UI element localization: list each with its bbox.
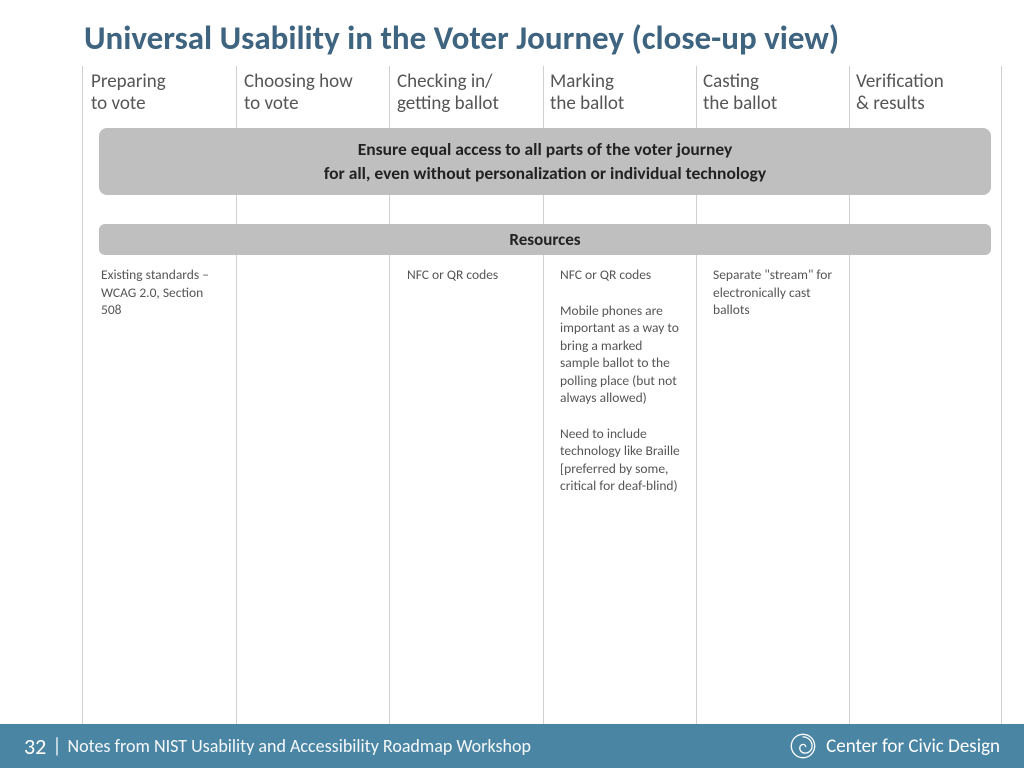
brand: Center for Civic Design bbox=[790, 733, 1000, 759]
spiral-logo-icon bbox=[790, 733, 816, 759]
cell-4: Separate "stream" for electronically cas… bbox=[695, 266, 848, 724]
resources-body: Existing standards – WCAG 2.0, Section 5… bbox=[83, 266, 1001, 724]
col-header-2: Checking in/getting ballot bbox=[389, 66, 542, 124]
col-header-4: Castingthe ballot bbox=[695, 66, 848, 124]
cell-0-p0: Existing standards – WCAG 2.0, Section 5… bbox=[101, 266, 224, 319]
col-header-0: Preparingto vote bbox=[83, 66, 236, 124]
journey-grid: Preparingto vote Choosing howto vote Che… bbox=[82, 66, 1002, 724]
resources-banner: Resources bbox=[99, 224, 991, 255]
cell-3-p0: NFC or QR codes bbox=[560, 266, 683, 284]
cell-2-p0: NFC or QR codes bbox=[407, 266, 530, 284]
cell-2: NFC or QR codes bbox=[389, 266, 542, 724]
brand-name: Center for Civic Design bbox=[826, 735, 1000, 758]
equal-access-banner: Ensure equal access to all parts of the … bbox=[99, 128, 991, 195]
column-headers: Preparingto vote Choosing howto vote Che… bbox=[83, 66, 1001, 124]
cell-1 bbox=[236, 266, 389, 724]
cell-3-p1: Mobile phones are important as a way to … bbox=[560, 302, 683, 407]
cell-5 bbox=[848, 266, 1001, 724]
cell-4-p0: Separate "stream" for electronically cas… bbox=[713, 266, 836, 319]
footer-separator: | bbox=[52, 734, 61, 758]
footer-bar: 32 | Notes from NIST Usability and Acces… bbox=[0, 724, 1024, 768]
footer-text: Notes from NIST Usability and Accessibil… bbox=[68, 735, 531, 757]
cell-0: Existing standards – WCAG 2.0, Section 5… bbox=[83, 266, 236, 724]
col-header-1: Choosing howto vote bbox=[236, 66, 389, 124]
banner-line-2: for all, even without personalization or… bbox=[119, 162, 971, 186]
slide-title: Universal Usability in the Voter Journey… bbox=[84, 18, 1004, 58]
banner-line-1: Ensure equal access to all parts of the … bbox=[119, 138, 971, 162]
cell-3: NFC or QR codes Mobile phones are import… bbox=[542, 266, 695, 724]
cell-3-p2: Need to include technology like Braille … bbox=[560, 425, 683, 495]
col-header-5: Verification& results bbox=[848, 66, 1001, 124]
page-number: 32 bbox=[24, 733, 46, 760]
col-header-3: Markingthe ballot bbox=[542, 66, 695, 124]
